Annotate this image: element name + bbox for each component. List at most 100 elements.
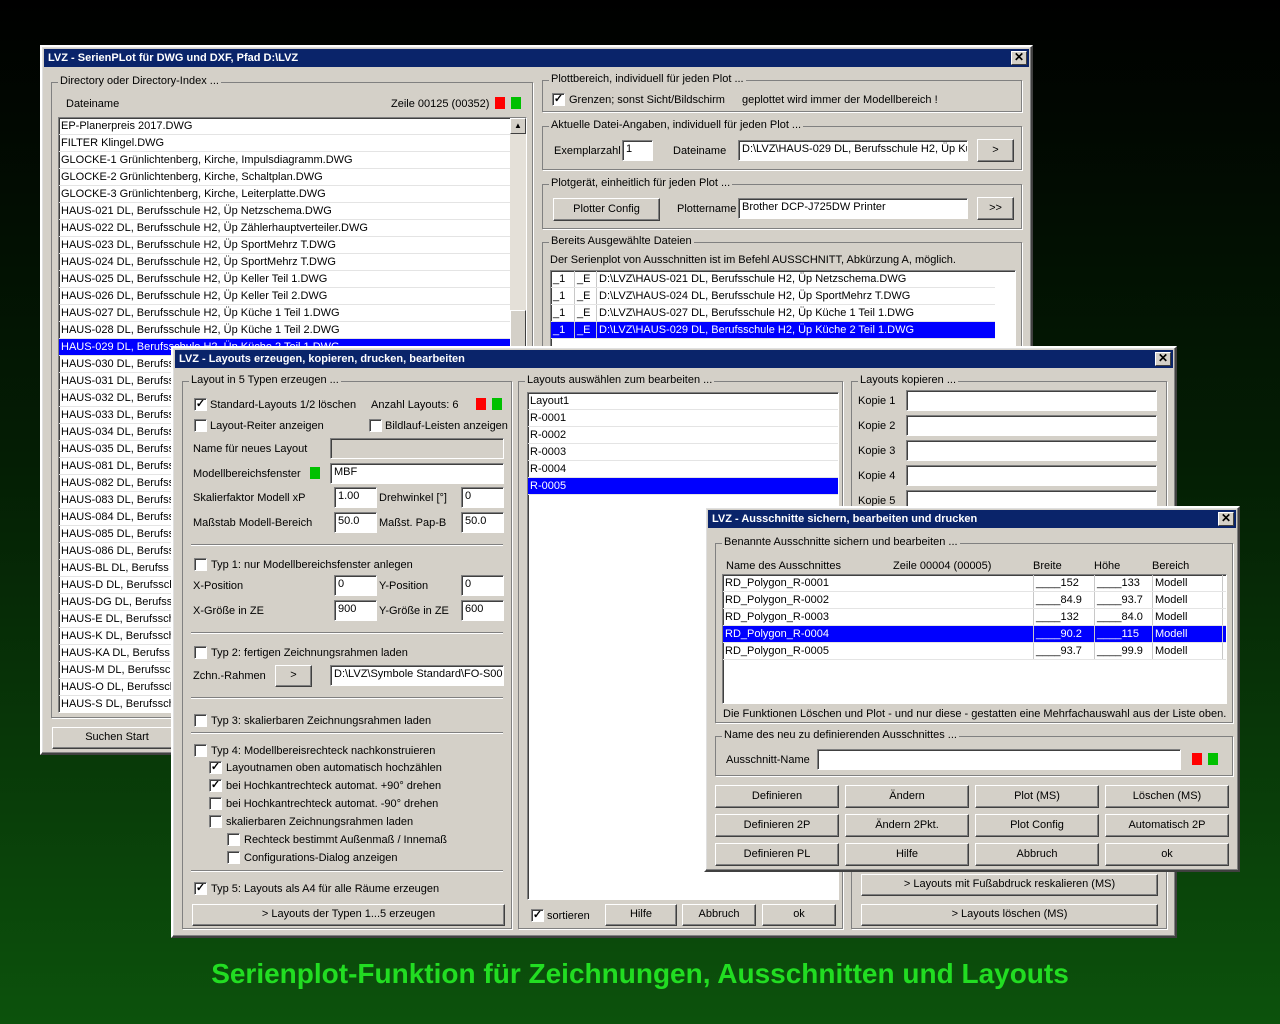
frame-path-input[interactable]: D:\LVZ\Symbole Standard\FO-S000 [330,665,504,686]
view-cell: Modell [1153,592,1223,608]
delete-standard-layouts-checkbox[interactable]: ✓ [194,398,207,411]
type4-checkbox[interactable] [194,744,207,757]
file-list-item[interactable]: GLOCKE-3 Grünlichtenberg, Kirche, Leiter… [59,186,510,203]
file-list-item[interactable]: GLOCKE-1 Grünlichtenberg, Kirche, Impuls… [59,152,510,169]
layout-list-item[interactable]: R-0005 [528,478,838,495]
search-start-button[interactable]: Suchen Start [52,727,182,749]
file-list-item[interactable]: HAUS-025 DL, Berufsschule H2, Üp Keller … [59,271,510,288]
type4-outer-checkbox[interactable] [227,833,240,846]
rescale-layouts-button[interactable]: > Layouts mit Fußabdruck reskalieren (MS… [861,874,1158,896]
type1-checkbox[interactable] [194,558,207,571]
selected-files-list[interactable]: _1 _E D:\LVZ\HAUS-021 DL, Berufsschule H2,… [550,270,1016,350]
layout-list-item[interactable]: R-0003 [528,444,838,461]
copies-label: Exemplarzahl [554,145,621,157]
close-icon[interactable]: ✕ [1218,512,1234,526]
view-name-input[interactable] [817,749,1181,770]
view-cell: Modell [1153,609,1223,625]
type4-rotate-minus-checkbox[interactable] [209,797,222,810]
type2-checkbox[interactable] [194,646,207,659]
plot-config-button[interactable]: Plot Config [975,814,1099,837]
y-size-input[interactable]: 600 [461,600,504,621]
copy-name-input[interactable] [906,415,1157,436]
definieren-button[interactable]: Definieren [715,785,839,808]
scroll-up-icon[interactable]: ▲ [510,118,526,134]
ändern-button[interactable]: Ändern [845,785,969,808]
layout-list-item[interactable]: R-0002 [528,427,838,444]
file-list-item[interactable]: HAUS-028 DL, Berufsschule H2, Üp Küche 1… [59,322,510,339]
selected-file-row[interactable]: _1 _E D:\LVZ\HAUS-024 DL, Berufsschule H2,… [551,288,995,305]
löschen-ms-button[interactable]: Löschen (MS) [1105,785,1229,808]
new-layout-name-input[interactable] [330,438,504,459]
close-icon[interactable]: ✕ [1155,352,1171,366]
type4-frame-checkbox[interactable] [209,815,222,828]
selected-file-cell: _1 [551,322,575,338]
sort-checkbox[interactable]: ✓ [531,909,544,922]
rotation-input[interactable]: 0 [461,487,504,508]
plotter-name-input[interactable]: Brother DCP-J725DW Printer [738,198,968,219]
layout-list-item[interactable]: Layout1 [528,393,838,410]
scale-factor-input[interactable]: 1.00 [334,487,377,508]
type5-checkbox[interactable]: ✓ [194,882,207,895]
plotter-config-button[interactable]: Plotter Config [553,198,660,221]
browse-frame-button[interactable]: > [275,665,312,687]
file-list-item[interactable]: FILTER Klingel.DWG [59,135,510,152]
copies-input[interactable]: 1 [622,140,653,161]
y-position-input[interactable]: 0 [461,575,504,596]
x-position-input[interactable]: 0 [334,575,377,596]
type4-config-checkbox[interactable] [227,851,240,864]
status-red-indicator [1192,753,1202,765]
plot-ms-button[interactable]: Plot (MS) [975,785,1099,808]
cancel-button[interactable]: Abbruch [682,904,756,926]
automatisch-2p-button[interactable]: Automatisch 2P [1105,814,1229,837]
selected-file-row[interactable]: _1 _E D:\LVZ\HAUS-029 DL, Berufsschule H2,… [551,322,995,339]
file-list-item[interactable]: HAUS-022 DL, Berufsschule H2, Üp Zählerh… [59,220,510,237]
next-file-button[interactable]: > [977,139,1014,162]
ok-button[interactable]: ok [1105,843,1229,866]
file-list-item[interactable]: EP-Planerpreis 2017.DWG [59,118,510,135]
file-list-item[interactable]: HAUS-026 DL, Berufsschule H2, Üp Keller … [59,288,510,305]
type4-rotate-plus-checkbox[interactable]: ✓ [209,779,222,792]
generate-layouts-button[interactable]: > Layouts der Typen 1...5 erzeugen [192,904,505,926]
limits-checkbox[interactable]: ✓ [552,93,565,106]
hilfe-button[interactable]: Hilfe [845,843,969,866]
scroll-thumb[interactable] [510,310,526,350]
type4-autoname-checkbox[interactable]: ✓ [209,761,222,774]
view-row[interactable]: RD_Polygon_R-0002 ____84.9 ____93.7 Modell [723,592,1226,609]
copy-name-input[interactable] [906,390,1157,411]
view-row[interactable]: RD_Polygon_R-0003 ____132 ____84.0 Modell [723,609,1226,626]
view-row[interactable]: RD_Polygon_R-0005 ____93.7 ____99.9 Modell [723,643,1226,660]
layout-list-item[interactable]: R-0001 [528,410,838,427]
views-list[interactable]: RD_Polygon_R-0001 ____152 ____133 Modell RD_… [722,574,1227,704]
ändern-2pkt-button[interactable]: Ändern 2Pkt. [845,814,969,837]
file-list-item[interactable]: HAUS-021 DL, Berufsschule H2, Üp Netzsch… [59,203,510,220]
definieren-2p-button[interactable]: Definieren 2P [715,814,839,837]
layout-list-item[interactable]: R-0004 [528,461,838,478]
selected-file-row[interactable]: _1 _E D:\LVZ\HAUS-021 DL, Berufsschule H2,… [551,271,995,288]
model-scale-input[interactable]: 50.0 [334,512,377,533]
file-list-item[interactable]: HAUS-024 DL, Berufsschule H2, Üp SportMe… [59,254,510,271]
type4-config-label: Configurations-Dialog anzeigen [244,852,398,864]
paper-scale-input[interactable]: 50.0 [461,512,504,533]
filename-input[interactable]: D:\LVZ\HAUS-029 DL, Berufsschule H2, Üp … [738,140,968,161]
select-plotter-button[interactable]: >> [977,197,1014,220]
delete-layouts-button[interactable]: > Layouts löschen (MS) [861,904,1158,926]
help-button[interactable]: Hilfe [605,904,677,926]
scrollbars-checkbox[interactable] [369,419,382,432]
model-window-input[interactable]: MBF [330,463,504,484]
view-row[interactable]: RD_Polygon_R-0004 ____90.2 ____115 Modell [723,626,1226,643]
copy-name-input[interactable] [906,465,1157,486]
file-list-item[interactable]: HAUS-027 DL, Berufsschule H2, Üp Küche 1… [59,305,510,322]
selected-file-row[interactable]: _1 _E D:\LVZ\HAUS-027 DL, Berufsschule H2,… [551,305,995,322]
type3-checkbox[interactable] [194,714,207,727]
definieren-pl-button[interactable]: Definieren PL [715,843,839,866]
file-list-item[interactable]: GLOCKE-2 Grünlichtenberg, Kirche, Schalt… [59,169,510,186]
abbruch-button[interactable]: Abbruch [975,843,1099,866]
copy-name-input[interactable] [906,440,1157,461]
file-list-item[interactable]: HAUS-023 DL, Berufsschule H2, Üp SportMe… [59,237,510,254]
view-row[interactable]: RD_Polygon_R-0001 ____152 ____133 Modell [723,575,1226,592]
ok-button[interactable]: ok [762,904,836,926]
x-size-input[interactable]: 900 [334,600,377,621]
close-icon[interactable]: ✕ [1011,51,1027,65]
layout-tabs-checkbox[interactable] [194,419,207,432]
model-scale-label: Maßstab Modell-Bereich [193,517,313,529]
